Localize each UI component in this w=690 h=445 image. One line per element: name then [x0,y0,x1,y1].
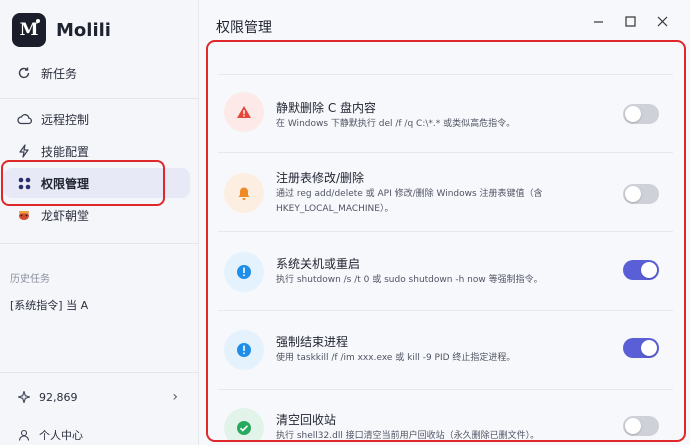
permission-title: 注册表修改/删除 [276,171,365,185]
permission-title: 系统关机或重启 [276,257,361,271]
permission-title: 清空回收站 [276,413,337,427]
permission-title: 强制结束进程 [276,335,349,349]
list-divider [218,310,673,311]
profile-label: 个人中心 [39,429,83,442]
sidebar: M Molili 新任务 远程控制 技能配置 权限管理 龙虾朝堂 历史任务 [系 [0,0,199,445]
permission-desc: 使用 taskkill /f /im xxx.exe 或 kill -9 PID… [276,353,516,363]
window-controls [582,10,678,32]
permission-item-recycle-bin: 清空回收站 执行 shell32.dll 接口清空当前用户回收站（永久删除已删文… [218,406,673,441]
permission-desc: 在 Windows 下静默执行 del /f /q C:\*.* 或类似高危指令… [276,119,516,129]
sparkle-icon [18,391,30,403]
cloud-icon [16,111,32,127]
list-divider [218,389,673,390]
new-task-label: 新任务 [41,66,78,81]
permission-toggle[interactable] [623,416,659,436]
sidebar-item-permissions[interactable]: 权限管理 [4,168,190,198]
info-icon [224,330,264,370]
sidebar-divider [0,243,199,244]
sidebar-divider [0,372,199,373]
history-section-label: 历史任务 [10,274,50,285]
sidebar-item-remote-control[interactable]: 远程控制 [4,104,190,134]
refresh-icon [16,65,32,81]
credits-row[interactable]: 92,869 › [18,389,178,405]
permission-toggle[interactable] [623,338,659,358]
check-icon [224,408,264,440]
permission-item-shutdown: 系统关机或重启 执行 shutdown /s /t 0 或 sudo shutd… [218,250,673,306]
grid-dots-icon [16,175,32,191]
permission-toggle[interactable] [623,104,659,124]
permission-item-delete-c: 静默删除 C 盘内容 在 Windows 下静默执行 del /f /q C:\… [218,92,673,152]
permission-item-registry: 注册表修改/删除 通过 reg add/delete 或 API 修改/删除 W… [218,169,673,229]
sidebar-item-label: 权限管理 [41,176,90,191]
maximize-button[interactable] [614,10,646,32]
history-item[interactable]: [系统指令] 当 A [10,297,88,313]
brand: M Molili [12,13,111,47]
permission-desc: 执行 shell32.dll 接口清空当前用户回收站（永久删除已删文件）。 [276,431,540,441]
sidebar-item-label: 龙虾朝堂 [41,208,90,223]
page-title: 权限管理 [216,20,272,36]
list-divider [218,231,673,232]
app-name: Molili [56,19,111,41]
sidebar-divider [0,98,199,99]
permission-toggle[interactable] [623,184,659,204]
app-logo: M [12,13,46,47]
list-divider [218,152,673,153]
info-icon [224,252,264,292]
sidebar-item-label: 技能配置 [41,144,90,159]
lightning-icon [16,143,32,159]
new-task-button[interactable]: 新任务 [4,58,190,88]
minimize-button[interactable] [582,10,614,32]
lobster-icon [16,207,32,223]
bell-icon [224,173,264,213]
chevron-right-icon: › [172,389,178,405]
credits-value: 92,869 [39,390,78,404]
main-panel: 权限管理 静默删除 C 盘内容 在 Windows 下静默执行 del /f /… [200,0,690,445]
sidebar-item-label: 远程控制 [41,112,90,127]
user-icon [18,429,30,441]
sidebar-item-skills[interactable]: 技能配置 [4,136,190,166]
permission-desc: 通过 reg add/delete 或 API 修改/删除 Windows 注册… [276,189,543,214]
sidebar-item-lobster-court[interactable]: 龙虾朝堂 [4,200,190,230]
permission-title: 静默删除 C 盘内容 [276,101,377,115]
permissions-list: 静默删除 C 盘内容 在 Windows 下静默执行 del /f /q C:\… [206,40,686,442]
profile-link[interactable]: 个人中心 [18,427,83,443]
permission-toggle[interactable] [623,260,659,280]
permission-item-kill-process: 强制结束进程 使用 taskkill /f /im xxx.exe 或 kill… [218,328,673,384]
list-divider [218,74,673,75]
close-button[interactable] [646,10,678,32]
warning-icon [224,92,264,132]
permission-desc: 执行 shutdown /s /t 0 或 sudo shutdown -h n… [276,275,543,285]
